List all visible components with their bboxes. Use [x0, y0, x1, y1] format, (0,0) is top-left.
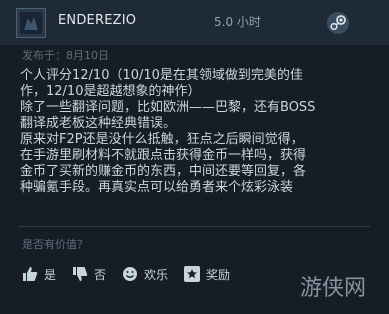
- review-line: 翻译成老板这种经典错误。: [20, 116, 177, 131]
- review-line: 原来对F2P还是没什么抵触，狂点之后瞬间觉得，: [20, 132, 304, 147]
- vote-yes-label: 是: [44, 267, 57, 282]
- play-hours: 5.0 小时: [214, 15, 261, 29]
- divider: [18, 226, 370, 227]
- smiley-icon: [123, 267, 138, 281]
- vote-actions: 是 否 欢乐 奖励: [22, 262, 230, 286]
- steam-logo-icon: [327, 12, 349, 34]
- reviewer-name[interactable]: ENDEREZIO: [58, 13, 136, 28]
- watermark-text: 游侠网: [300, 276, 367, 301]
- thumbs-down-icon: [73, 267, 88, 281]
- review-line: 除了一些翻译问题，比如欧洲——巴黎，还有BOSS: [20, 100, 316, 115]
- review-line: 金币了买新的赚金币的东西，中间还要等回复，各: [20, 164, 307, 179]
- review-text: 个人评分12/10（10/10是在其领域做到完美的佳 作，12/10是超越想象的…: [20, 68, 380, 196]
- user-avatar-icon: [20, 12, 42, 34]
- vote-funny-button[interactable]: 欢乐: [122, 266, 168, 283]
- vote-yes-button[interactable]: 是: [22, 266, 56, 283]
- review-line: 种骗氪手段。再真实点可以给勇者来个炫彩泳装: [20, 180, 294, 195]
- award-label: 奖励: [206, 267, 231, 282]
- posted-date: 发布于：8月10日: [22, 49, 109, 62]
- review-line: 作，12/10是超越想象的神作）: [20, 84, 201, 99]
- review-header: ENDEREZIO 5.0 小时: [0, 0, 389, 45]
- thumbs-up-icon: [23, 267, 38, 281]
- award-button[interactable]: 奖励: [184, 266, 230, 283]
- helpful-prompt: 是否有价值？: [22, 238, 88, 251]
- vote-no-button[interactable]: 否: [72, 266, 106, 283]
- avatar[interactable]: [16, 8, 46, 38]
- site-watermark-logo: 游侠网: [300, 264, 382, 308]
- vote-funny-label: 欢乐: [144, 267, 169, 282]
- review-line: 在手游里刷材料不就跟点击获得金币一样吗，获得: [20, 148, 307, 163]
- review-line: 个人评分12/10（10/10是在其领域做到完美的佳: [20, 68, 303, 83]
- vote-no-label: 否: [94, 267, 107, 282]
- award-icon: [184, 266, 201, 282]
